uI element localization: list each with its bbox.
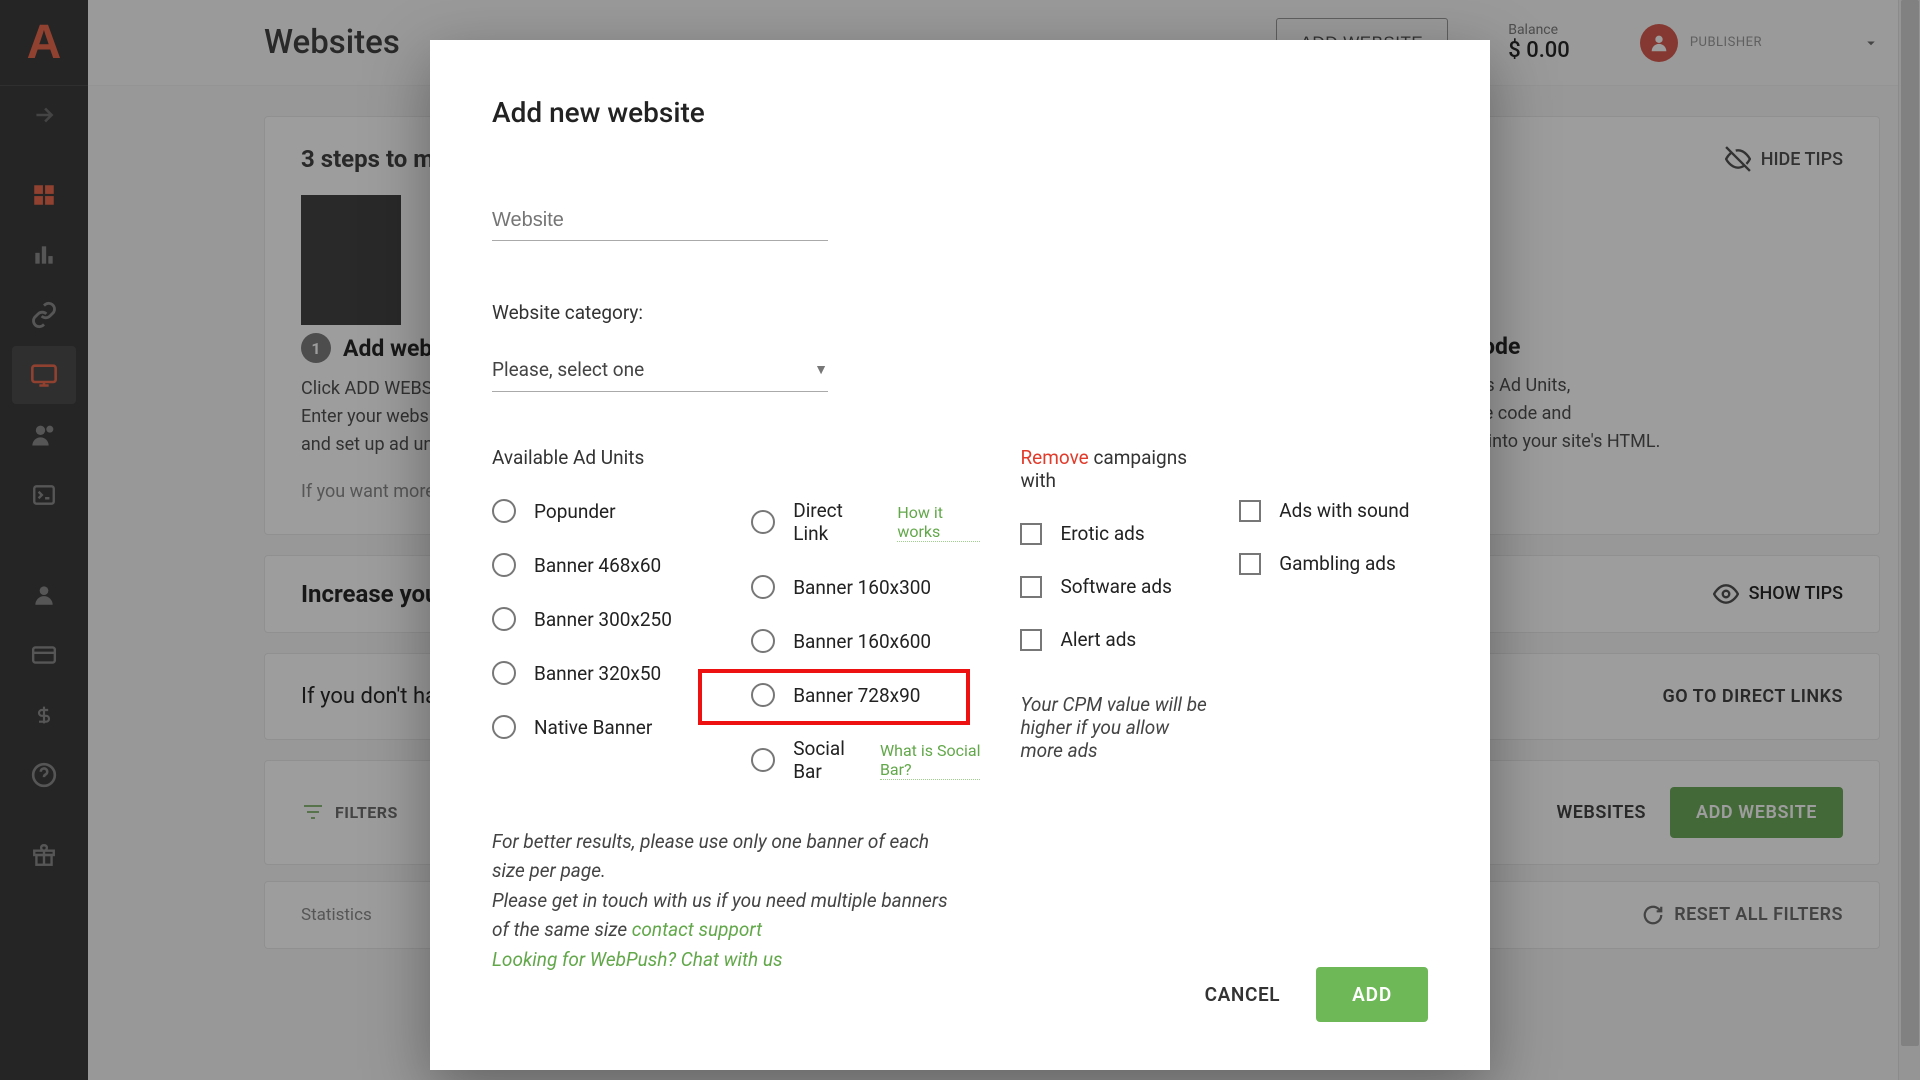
add-button[interactable]: ADD [1316,967,1428,1022]
radio-label: Banner 468x60 [534,554,661,577]
radio-label: Social Bar [793,737,856,783]
cpm-note: Your CPM value will be higher if you all… [1020,693,1209,762]
check-label: Gambling ads [1279,552,1396,575]
radio-banner-160x300[interactable]: Banner 160x300 [751,575,980,599]
radio-banner-300x250[interactable]: Banner 300x250 [492,607,721,631]
category-label: Website category: [492,301,1428,324]
radio-banner-468x60[interactable]: Banner 468x60 [492,553,721,577]
hints-block: For better results, please use only one … [492,827,952,974]
radio-label: Popunder [534,500,616,523]
social-bar-what-link[interactable]: What is Social Bar? [880,741,981,780]
hint-1: For better results, please use only one … [492,827,952,886]
remove-word: Remove [1020,446,1088,469]
modal-title: Add new website [492,96,1428,129]
contact-support-link[interactable]: contact support [632,918,762,941]
check-label: Software ads [1060,575,1171,598]
check-gambling-ads[interactable]: Gambling ads [1239,552,1428,575]
website-field[interactable] [492,209,828,241]
radio-label: Banner 300x250 [534,608,672,631]
check-label: Alert ads [1060,628,1136,651]
check-erotic-ads[interactable]: Erotic ads [1020,522,1209,545]
category-select[interactable]: Please, select one ▼ [492,358,828,392]
available-ad-units-label: Available Ad Units [492,446,721,469]
cancel-button[interactable]: CANCEL [1195,969,1291,1020]
radio-label: Banner 160x300 [793,576,931,599]
hint-2: Please get in touch with us if you need … [492,886,952,945]
check-alert-ads[interactable]: Alert ads [1020,628,1209,651]
radio-label: Native Banner [534,716,652,739]
direct-link-how-link[interactable]: How it works [897,503,980,542]
category-value: Please, select one [492,358,644,381]
radio-label: Banner 320x50 [534,662,661,685]
radio-popunder[interactable]: Popunder [492,499,721,523]
check-ads-with-sound[interactable]: Ads with sound [1239,499,1428,522]
radio-label: Banner 728x90 [793,684,920,707]
remove-campaigns-label: Remove campaigns with [1020,446,1209,492]
add-website-modal: Add new website Website category: Please… [430,40,1490,1070]
radio-banner-320x50[interactable]: Banner 320x50 [492,661,721,685]
chevron-down-icon: ▼ [814,361,828,378]
radio-banner-728x90[interactable]: Banner 728x90 [751,683,980,707]
webpush-chat-link[interactable]: Looking for WebPush? Chat with us [492,948,783,971]
check-software-ads[interactable]: Software ads [1020,575,1209,598]
radio-label: Direct Link [793,499,873,545]
radio-label: Banner 160x600 [793,630,931,653]
radio-banner-160x600[interactable]: Banner 160x600 [751,629,980,653]
radio-native-banner[interactable]: Native Banner [492,715,721,739]
website-input[interactable] [492,209,828,232]
check-label: Ads with sound [1279,499,1409,522]
radio-social-bar[interactable]: Social Bar What is Social Bar? [751,737,980,783]
radio-direct-link[interactable]: Direct Link How it works [751,499,980,545]
check-label: Erotic ads [1060,522,1144,545]
